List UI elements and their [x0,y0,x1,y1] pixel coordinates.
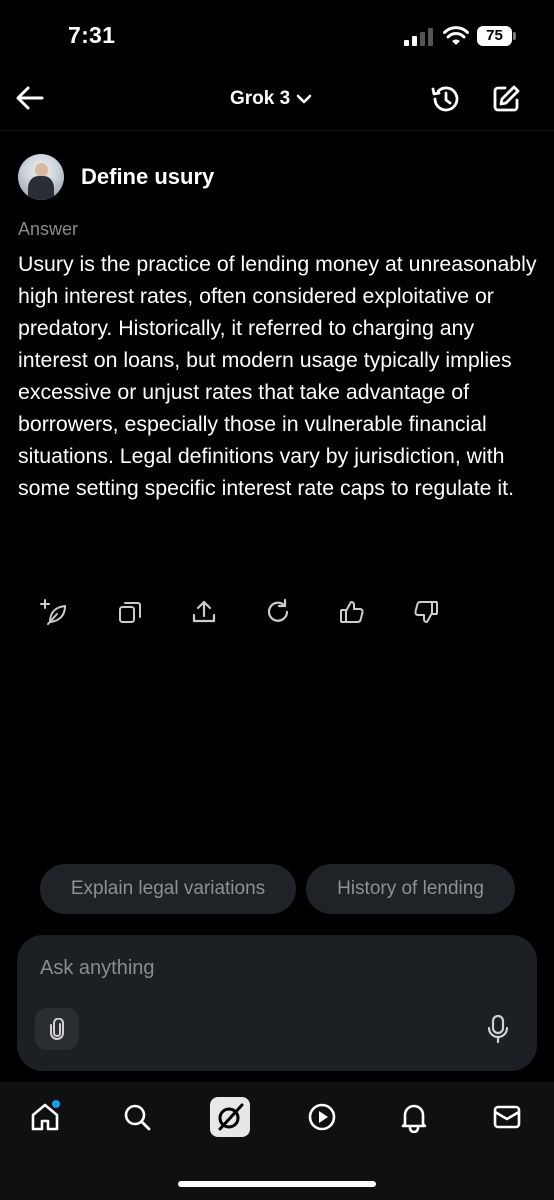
tab-video[interactable] [301,1096,343,1138]
regenerate-sparkle-icon[interactable] [40,598,68,626]
answer-label: Answer [18,219,79,239]
model-label: Grok 3 [230,88,291,109]
composer[interactable]: Ask anything [17,935,537,1071]
grok-icon [218,1103,244,1131]
answer-actions [40,598,450,628]
battery-icon: 75 [477,26,517,46]
copy-icon[interactable] [116,598,144,626]
wifi-icon [443,26,469,45]
ask-input[interactable]: Ask anything [40,957,155,980]
tab-bar [0,1082,554,1200]
model-selector[interactable]: Grok 3 [230,84,312,114]
paperclip-icon [50,1018,64,1040]
mail-icon [493,1105,521,1129]
tab-search[interactable] [116,1096,158,1138]
suggestion-chip[interactable]: Explain legal variations [40,864,296,914]
answer-text: Usury is the practice of lending money a… [18,252,537,500]
user-question: Define usury [18,154,214,200]
avatar[interactable] [18,154,64,200]
back-arrow-icon[interactable] [14,82,46,114]
battery-level: 75 [477,26,512,46]
notification-dot [52,1100,60,1108]
thumbs-down-icon[interactable] [412,598,440,626]
refresh-icon[interactable] [264,598,292,626]
status-bar: 7:31 75 [0,0,554,70]
search-icon [124,1104,151,1131]
cellular-signal-icon [404,28,433,46]
home-indicator [178,1181,376,1187]
microphone-icon[interactable] [483,1013,513,1045]
tab-home[interactable] [24,1096,66,1138]
thumbs-up-icon[interactable] [338,598,366,626]
chevron-down-icon [296,94,312,104]
attach-button[interactable] [35,1008,79,1050]
history-icon[interactable] [429,83,461,115]
tab-grok[interactable] [209,1096,251,1138]
share-icon[interactable] [190,598,218,626]
new-chat-icon[interactable] [490,83,522,115]
header-divider [0,130,554,131]
suggestion-chip[interactable]: History of lending [306,864,515,914]
bell-icon [401,1104,427,1133]
tab-messages[interactable] [486,1096,528,1138]
tab-notifications[interactable] [393,1096,435,1138]
header: Grok 3 [0,70,554,130]
play-icon [308,1103,336,1131]
status-time: 7:31 [68,22,116,48]
question-text: Define usury [81,164,215,189]
